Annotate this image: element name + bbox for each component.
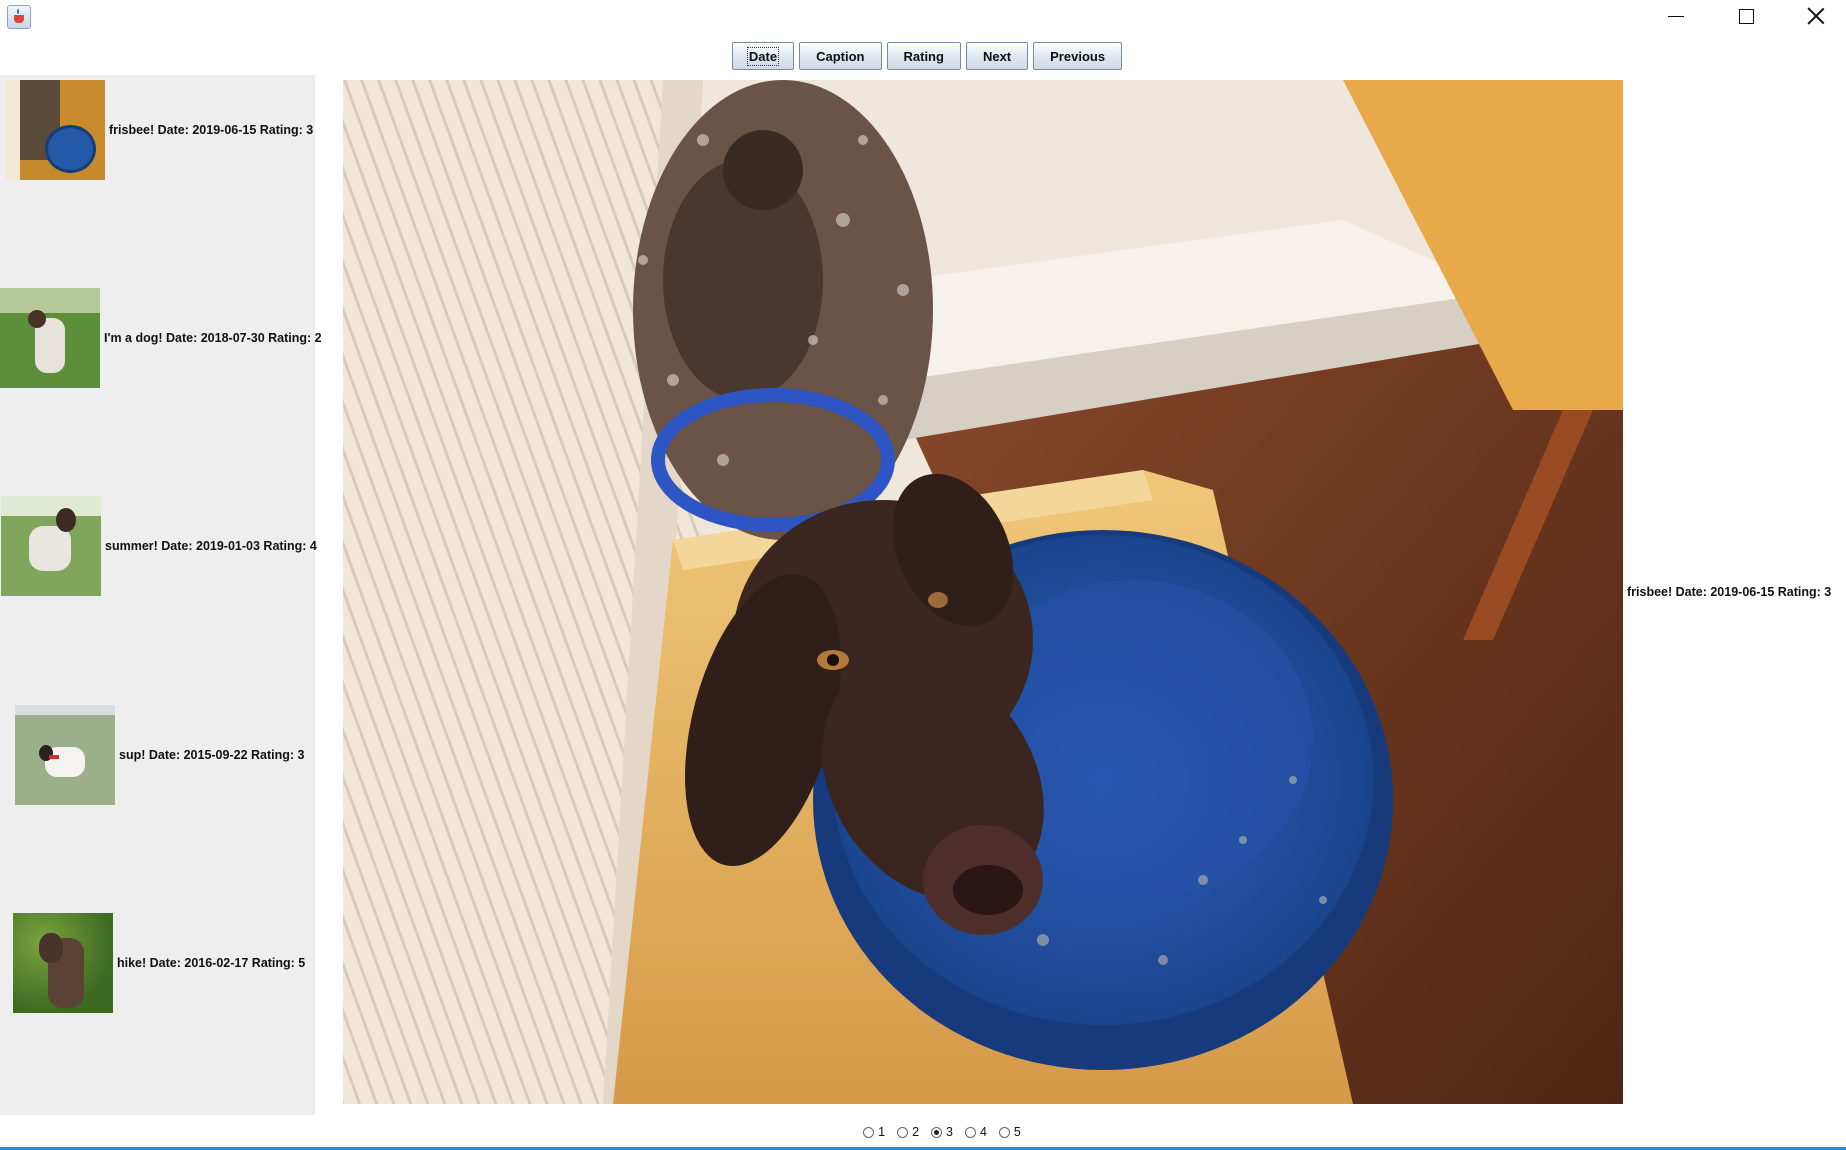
- thumbnail-image[interactable]: [15, 705, 115, 805]
- java-app-icon[interactable]: [7, 5, 31, 29]
- radio-circle-icon: [998, 1126, 1010, 1138]
- rating-radio-3[interactable]: 3: [931, 1122, 953, 1142]
- rating-radio-5[interactable]: 5: [998, 1122, 1021, 1142]
- sort-date-button[interactable]: Date: [731, 42, 795, 70]
- main-photo: [343, 80, 1623, 1104]
- thumbnail-image[interactable]: [0, 288, 100, 388]
- next-button[interactable]: Next: [965, 42, 1029, 70]
- thumbnail-caption: hike! Date: 2016-02-17 Rating: 5: [117, 956, 306, 970]
- rating-label: 1: [878, 1125, 886, 1139]
- thumbnail-caption: sup! Date: 2015-09-22 Rating: 3: [119, 748, 305, 762]
- sort-rating-button[interactable]: Rating: [886, 42, 961, 70]
- rating-label: 2: [912, 1125, 920, 1139]
- list-item[interactable]: frisbee! Date: 2019-06-15 Rating: 3: [5, 80, 313, 180]
- rating-label: 5: [1013, 1125, 1021, 1139]
- sort-date-label: Date: [746, 46, 780, 66]
- list-item[interactable]: hike! Date: 2016-02-17 Rating: 5: [13, 913, 305, 1013]
- sort-caption-button[interactable]: Caption: [799, 42, 882, 70]
- thumbnail-image[interactable]: [1, 496, 101, 596]
- thumbnail-image[interactable]: [13, 913, 113, 1013]
- sort-rating-label: Rating: [903, 48, 944, 64]
- previous-button[interactable]: Previous: [1033, 42, 1123, 70]
- sort-caption-label: Caption: [816, 48, 865, 64]
- next-label: Next: [982, 48, 1012, 64]
- list-item[interactable]: I'm a dog! Date: 2018-07-30 Rating: 2: [0, 288, 322, 388]
- rating-label: 4: [979, 1125, 987, 1139]
- radio-circle-icon: [897, 1126, 909, 1138]
- minimize-icon: [1668, 15, 1684, 17]
- rating-radio-2[interactable]: 2: [897, 1122, 919, 1142]
- thumbnail-image[interactable]: [5, 80, 105, 180]
- toolbar: Date Caption Rating Next Previous: [0, 42, 1846, 72]
- current-photo-caption: frisbee! Date: 2019-06-15 Rating: 3: [1627, 585, 1832, 599]
- list-item[interactable]: summer! Date: 2019-01-03 Rating: 4: [1, 496, 317, 596]
- maximize-button[interactable]: [1716, 0, 1776, 32]
- thumbnail-list: frisbee! Date: 2019-06-15 Rating: 3 I'm …: [0, 75, 322, 1115]
- rating-radio-4[interactable]: 4: [964, 1122, 987, 1142]
- title-bar: [0, 0, 1846, 32]
- minimize-button[interactable]: [1646, 0, 1706, 32]
- radio-circle-icon: [863, 1126, 875, 1138]
- close-icon: [1807, 7, 1825, 25]
- maximize-icon: [1738, 8, 1754, 24]
- radio-circle-icon: [931, 1126, 943, 1138]
- rating-group: 1 2 3 4 5: [0, 1122, 1846, 1142]
- close-button[interactable]: [1786, 0, 1846, 32]
- thumbnail-caption: summer! Date: 2019-01-03 Rating: 4: [105, 539, 317, 553]
- rating-label: 3: [946, 1125, 953, 1139]
- rating-radio-1[interactable]: 1: [863, 1122, 885, 1142]
- list-item[interactable]: sup! Date: 2015-09-22 Rating: 3: [15, 705, 304, 805]
- thumbnail-caption: I'm a dog! Date: 2018-07-30 Rating: 2: [104, 331, 322, 345]
- previous-label: Previous: [1050, 48, 1106, 64]
- thumbnail-caption: frisbee! Date: 2019-06-15 Rating: 3: [109, 123, 314, 137]
- radio-circle-icon: [964, 1126, 976, 1138]
